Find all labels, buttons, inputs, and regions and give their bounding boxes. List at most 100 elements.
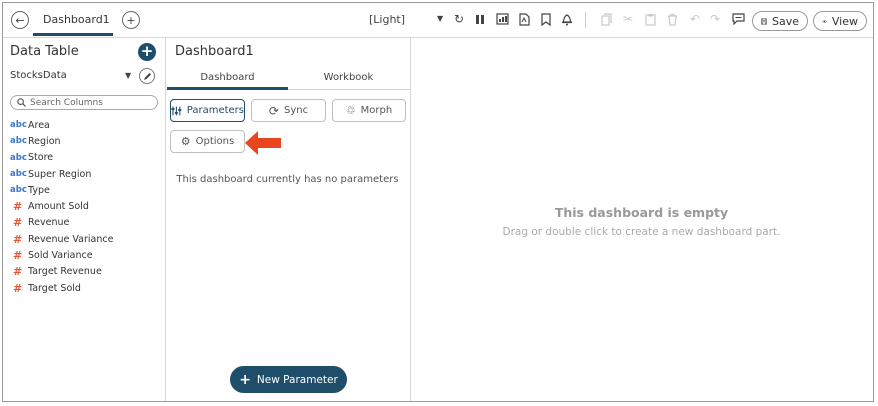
numeric-type-icon: # bbox=[13, 200, 23, 214]
undo-icon[interactable]: ↶ bbox=[688, 12, 702, 26]
save-label: Save bbox=[771, 14, 799, 28]
bookmark-icon[interactable] bbox=[539, 12, 553, 26]
back-button[interactable]: ← bbox=[11, 11, 29, 29]
column-name: Revenue Variance bbox=[28, 233, 114, 245]
datasource-select[interactable]: StocksData bbox=[10, 70, 67, 81]
add-datasource-button[interactable]: + bbox=[138, 43, 156, 61]
column-list: abc Area abc Region abc Store abc Super Region a… bbox=[10, 117, 160, 296]
sliders-icon bbox=[171, 106, 182, 115]
options-button[interactable]: ⚙ Options bbox=[170, 130, 245, 153]
text-type-icon: abc bbox=[10, 136, 27, 147]
search-columns-input[interactable] bbox=[30, 97, 140, 108]
new-parameter-button[interactable]: + New Parameter bbox=[230, 366, 347, 393]
list-item[interactable]: # Revenue bbox=[10, 215, 160, 231]
list-item[interactable]: abc Type bbox=[10, 182, 160, 198]
app-window: ← Dashboard1 + [Light] ▼ ↻ ✂ ↶ ↷ Save Vi… bbox=[2, 2, 874, 402]
tab-workbook[interactable]: Workbook bbox=[288, 67, 409, 89]
empty-canvas-hint: Drag or double click to create a new das… bbox=[502, 226, 781, 238]
add-tab-button[interactable]: + bbox=[122, 11, 140, 29]
gear-icon: ⚙ bbox=[180, 135, 191, 148]
column-name: Area bbox=[28, 119, 50, 131]
toolbar-divider bbox=[585, 12, 586, 28]
top-toolbar: ← Dashboard1 + [Light] ▼ ↻ ✂ ↶ ↷ Save Vi… bbox=[3, 3, 873, 38]
data-table-title: Data Table bbox=[10, 44, 79, 59]
active-tab-indicator bbox=[33, 33, 113, 36]
empty-canvas-title: This dashboard is empty bbox=[554, 205, 729, 220]
list-item[interactable]: abc Area bbox=[10, 117, 160, 133]
search-icon bbox=[17, 98, 26, 107]
edit-datasource-button[interactable] bbox=[139, 68, 155, 84]
eye-icon bbox=[822, 19, 827, 23]
list-item[interactable]: # Revenue Variance bbox=[10, 231, 160, 247]
theme-select[interactable]: [Light] bbox=[369, 13, 405, 26]
dashboard-panel: Dashboard1 Dashboard Workbook Parameters… bbox=[165, 37, 411, 401]
view-label: View bbox=[831, 14, 858, 28]
plus-icon: + bbox=[126, 13, 136, 27]
refresh-icon[interactable]: ↻ bbox=[452, 12, 466, 26]
pencil-icon bbox=[143, 72, 151, 80]
list-item[interactable]: # Sold Variance bbox=[10, 247, 160, 263]
list-item[interactable]: abc Store bbox=[10, 150, 160, 166]
column-name: Target Revenue bbox=[28, 266, 102, 278]
list-item[interactable]: # Target Revenue bbox=[10, 264, 160, 280]
numeric-type-icon: # bbox=[13, 216, 23, 230]
save-button[interactable]: Save bbox=[752, 11, 808, 31]
cut-icon[interactable]: ✂ bbox=[621, 12, 635, 26]
column-name: Sold Variance bbox=[28, 250, 93, 262]
numeric-type-icon: # bbox=[13, 281, 23, 295]
morph-label: Morph bbox=[360, 105, 393, 116]
morph-button[interactable]: ♲ Morph bbox=[332, 99, 406, 122]
parameters-label: Parameters bbox=[186, 105, 244, 116]
new-parameter-label: New Parameter bbox=[256, 373, 338, 386]
copy-icon[interactable] bbox=[599, 12, 613, 26]
column-name: Super Region bbox=[28, 168, 92, 180]
save-icon bbox=[761, 18, 767, 24]
list-item[interactable]: # Target Sold bbox=[10, 280, 160, 296]
export-image-icon[interactable] bbox=[495, 12, 509, 26]
chevron-down-icon[interactable]: ▼ bbox=[437, 14, 443, 23]
sync-icon: ⟳ bbox=[268, 103, 279, 118]
list-item[interactable]: # Amount Sold bbox=[10, 198, 160, 214]
arrow-left-icon: ← bbox=[15, 13, 25, 27]
tab-dashboard[interactable]: Dashboard bbox=[167, 67, 288, 89]
numeric-type-icon: # bbox=[13, 249, 23, 263]
plus-icon: + bbox=[140, 42, 154, 60]
numeric-type-icon: # bbox=[13, 265, 23, 279]
text-type-icon: abc bbox=[10, 152, 27, 163]
list-item[interactable]: abc Region bbox=[10, 133, 160, 149]
column-name: Revenue bbox=[28, 217, 70, 229]
text-type-icon: abc bbox=[10, 169, 27, 180]
column-name: Type bbox=[28, 184, 50, 196]
dashboard-panel-title: Dashboard1 bbox=[175, 44, 254, 59]
view-button[interactable]: View bbox=[813, 11, 867, 31]
sync-label: Sync bbox=[283, 105, 309, 116]
column-name: Region bbox=[28, 135, 61, 147]
bell-icon[interactable] bbox=[560, 12, 574, 26]
export-pdf-icon[interactable] bbox=[517, 12, 531, 26]
text-type-icon: abc bbox=[10, 185, 27, 196]
data-table-panel: Data Table + StocksData ▼ abcAreaabcRegi… bbox=[3, 37, 166, 401]
list-item[interactable]: abc Super Region bbox=[10, 166, 160, 182]
redo-icon[interactable]: ↷ bbox=[708, 12, 722, 26]
recycle-icon: ♲ bbox=[345, 104, 356, 117]
column-name: Target Sold bbox=[28, 282, 81, 294]
search-columns-field[interactable] bbox=[10, 95, 158, 110]
chevron-down-icon[interactable]: ▼ bbox=[125, 71, 131, 80]
active-tab-indicator bbox=[167, 87, 288, 90]
column-name: Store bbox=[28, 152, 54, 164]
dashboard-canvas[interactable]: This dashboard is empty Drag or double c… bbox=[410, 37, 873, 401]
numeric-type-icon: # bbox=[13, 232, 23, 246]
parameters-button[interactable]: Parameters bbox=[170, 99, 245, 122]
column-name: Amount Sold bbox=[28, 201, 89, 213]
highlight-arrow-icon bbox=[245, 131, 281, 155]
sync-button[interactable]: ⟳ Sync bbox=[251, 99, 326, 122]
comment-icon[interactable] bbox=[731, 12, 745, 26]
paste-icon[interactable] bbox=[643, 12, 657, 26]
tab-dashboard1[interactable]: Dashboard1 bbox=[39, 9, 114, 31]
options-label: Options bbox=[195, 136, 235, 147]
pause-icon[interactable] bbox=[473, 12, 487, 26]
no-parameters-message: This dashboard currently has no paramete… bbox=[176, 174, 399, 185]
text-type-icon: abc bbox=[10, 120, 27, 131]
trash-icon[interactable] bbox=[665, 12, 679, 26]
plus-icon: + bbox=[239, 371, 251, 388]
